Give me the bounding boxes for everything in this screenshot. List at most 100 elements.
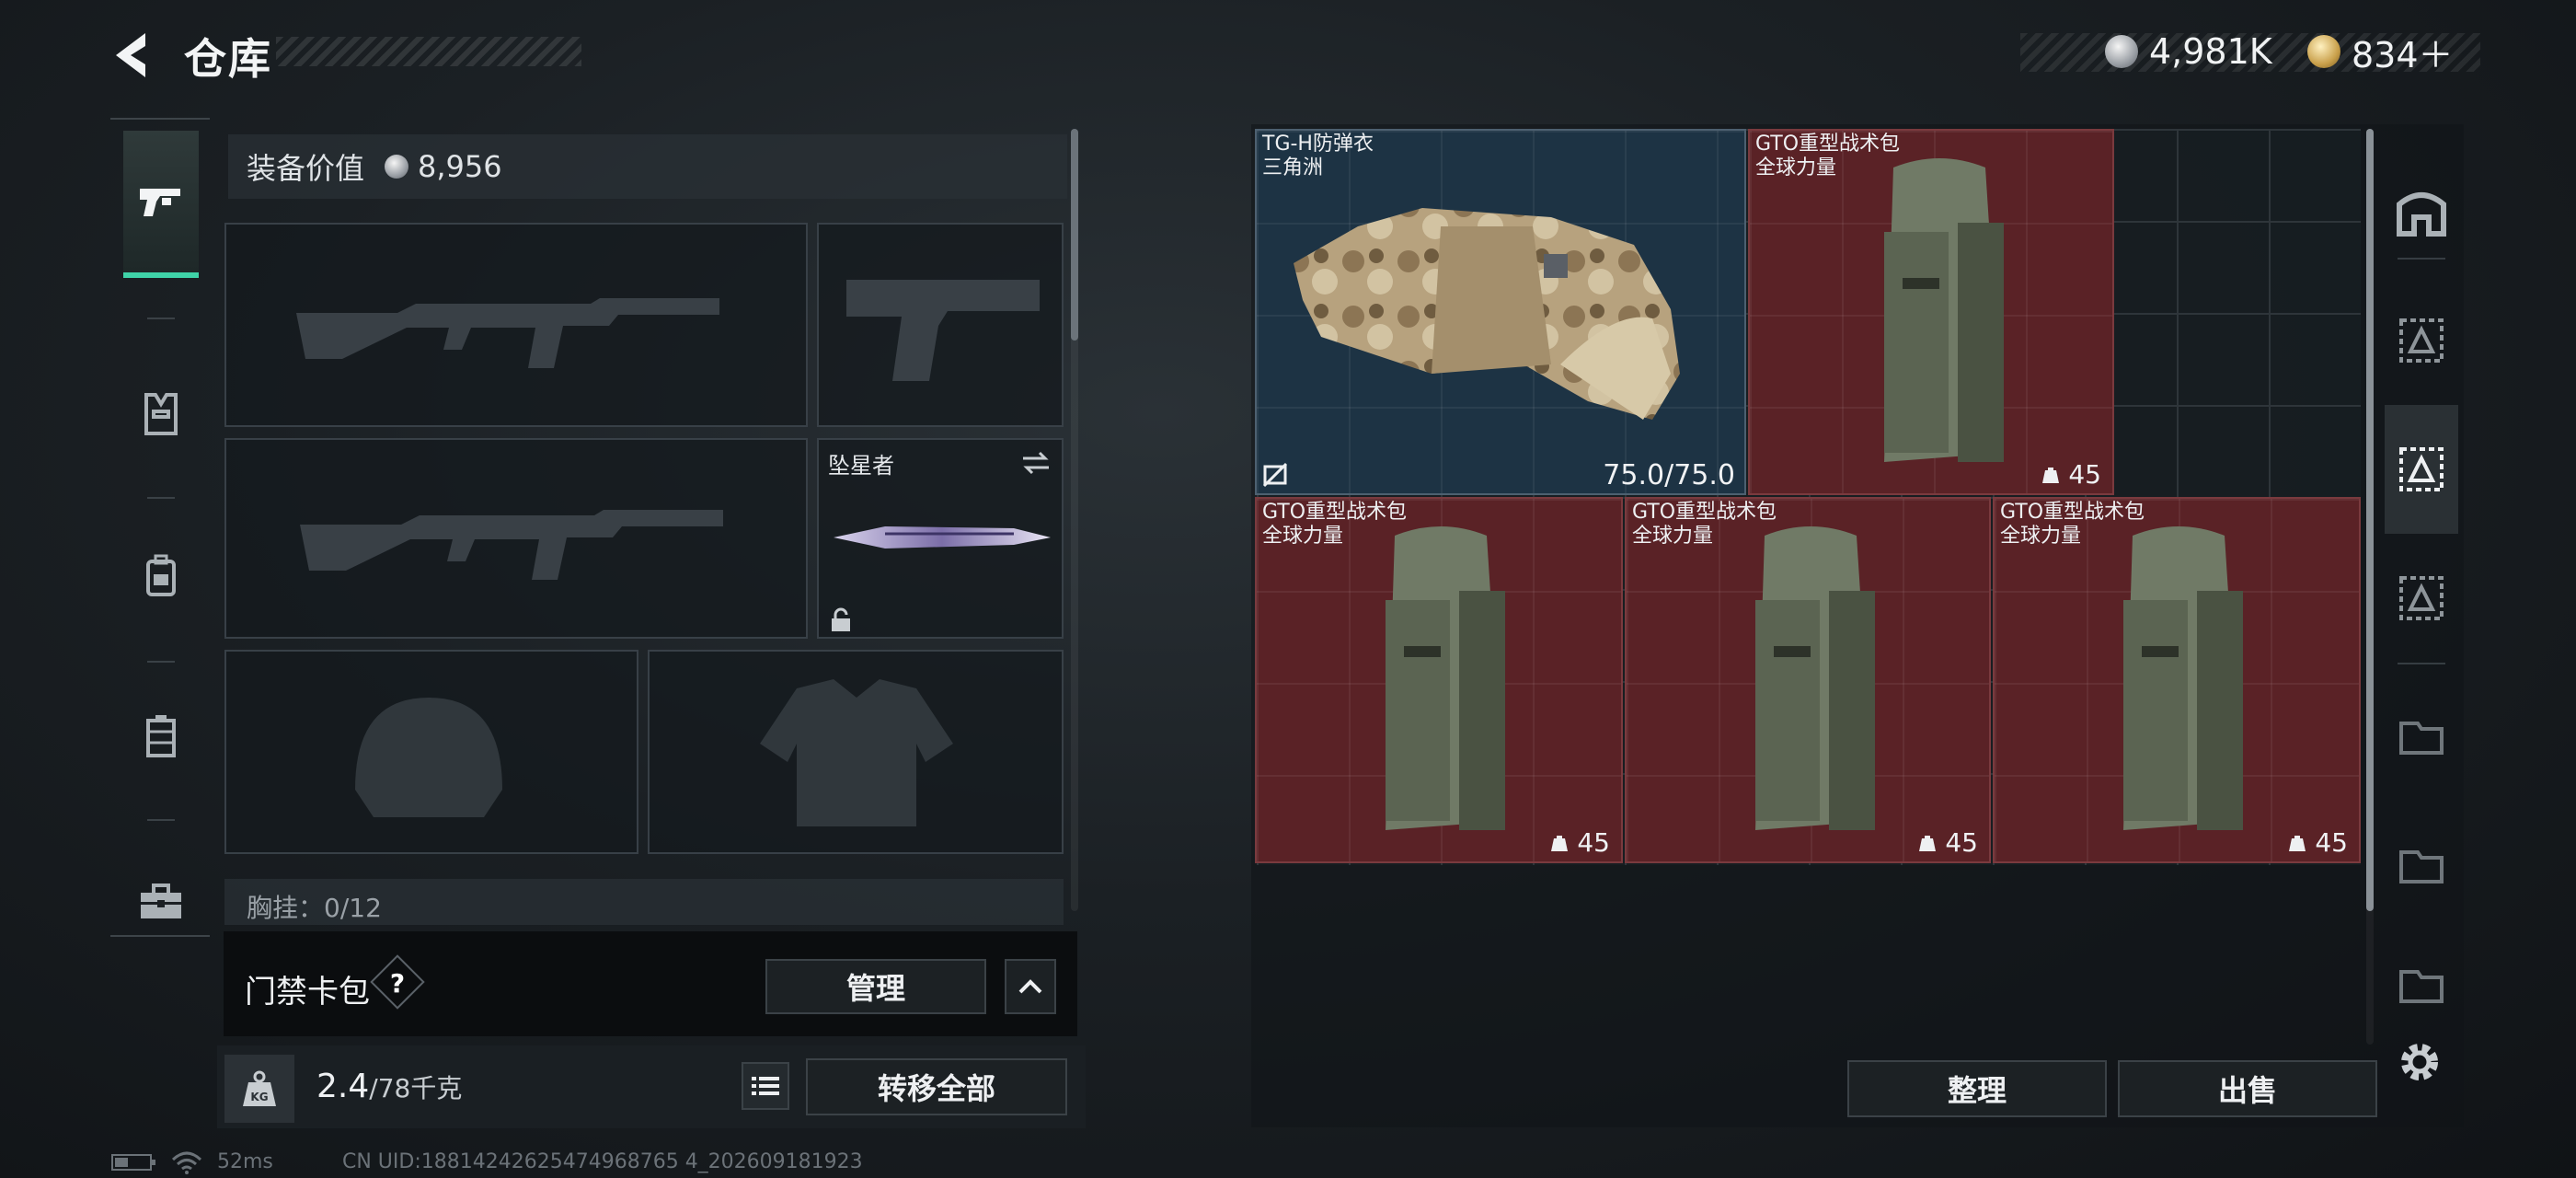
chevron-up-icon [1018,979,1042,994]
backpack-capacity-icon [2042,467,2060,483]
svg-text:KG: KG [250,1091,268,1103]
item-count-value: 45 [2315,827,2348,858]
primary-weapon-slot[interactable] [224,223,808,427]
manage-button[interactable]: 管理 [765,959,986,1014]
nav-separator [147,318,175,319]
swap-icon[interactable] [1019,449,1052,477]
helmet-slot[interactable] [224,650,638,854]
helmet-silhouette-icon [355,698,502,817]
vest-icon [144,393,178,435]
nav-backpack[interactable] [123,502,199,649]
weight-current: 2.4 [316,1068,370,1105]
stash-scrollbar[interactable] [2366,129,2374,1045]
equipment-value-label: 装备价值 [247,151,365,186]
backpack-image [1386,526,1505,830]
stash-page-2-tab[interactable] [2385,405,2458,534]
keycard-label: 门禁卡包 [245,974,370,1011]
backpack-image [1884,158,2004,462]
sell-button[interactable]: 出售 [2118,1060,2377,1117]
briefcase-icon [141,884,181,918]
pistol-silhouette-icon [846,280,1040,381]
stash-folder-2-tab[interactable] [2385,801,2458,930]
help-icon[interactable]: ? [378,964,417,1003]
silver-currency[interactable]: 4,981K [2105,29,2272,74]
item-count: 45 [2287,827,2348,858]
secondary-weapon-slot[interactable] [224,438,808,639]
stash-item-backpack[interactable]: GTO重型战术包 全球力量 45 [1748,129,2114,495]
melee-slot[interactable]: 坠星者 [817,438,1064,639]
backpack-icon [146,554,176,596]
item-source: 全球力量 [1755,156,1837,179]
stash-page-icon [2399,447,2444,491]
stash-page-1-tab[interactable] [2385,276,2458,405]
item-source: 全球力量 [1262,525,1344,548]
stash-folder-1-tab[interactable] [2385,672,2458,801]
item-count: 45 [2041,459,2101,490]
title-decoration [276,37,581,66]
back-arrow-icon[interactable] [109,28,155,83]
body-armor-slot[interactable] [648,650,1064,854]
sort-button[interactable]: 整理 [1847,1060,2107,1117]
stash-home-icon [2397,192,2446,237]
folder-icon [2399,722,2444,755]
nav-separator [147,497,175,499]
stash-item-body-armor[interactable]: TG-H防弹衣 三角洲 75.0/75.0 [1255,129,1746,495]
gold-coin-icon [2307,35,2340,68]
item-count: 45 [1549,827,1610,858]
stash-page-icon [2399,576,2444,620]
stash-item-backpack[interactable]: GTO重型战术包 全球力量 45 [1625,497,1991,863]
gear-icon[interactable] [2396,1038,2444,1086]
user-uid: CN UID:18814242625474968765 4_2026091819… [342,1150,863,1173]
transfer-all-button[interactable]: 转移全部 [806,1058,1067,1115]
pistol-slot[interactable] [817,223,1064,427]
stash-all-tab[interactable] [2385,147,2458,276]
nav-case[interactable] [123,828,199,976]
item-durability: 75.0/75.0 [1603,459,1735,491]
equipment-value-bar: 装备价值 8,956 [228,134,1067,199]
stash-page-3-tab[interactable] [2385,534,2458,663]
page-title: 仓库 [184,34,272,84]
backpack-image [1755,526,1875,830]
left-category-nav [110,118,210,937]
backpack-image [2123,526,2243,830]
stash-page-icon [2399,318,2444,363]
gold-currency[interactable]: 834＋ [2307,29,2454,75]
equipment-value: 8,956 [418,149,502,184]
weight-icon-box: KG [224,1055,294,1123]
nav-armor[interactable] [123,341,199,488]
silver-coin-icon [2105,35,2138,68]
weight-readout: 2.4/78千克 [316,1068,462,1105]
nav-separator [2398,663,2445,664]
nav-chest-rig[interactable] [123,663,199,810]
rifle-silhouette-icon [296,298,719,368]
ping-readout: 52ms [217,1150,273,1173]
item-source: 三角洲 [1262,156,1324,179]
chest-rig-row[interactable]: 胸挂：0/12 [224,879,1064,925]
item-count-value: 45 [2068,459,2101,490]
loadout-scroll-thumb[interactable] [1071,129,1078,341]
melee-name: 坠星者 [828,453,894,479]
list-view-button[interactable] [742,1062,789,1110]
folder-icon [2399,970,2444,1003]
knife-image [834,526,1051,549]
collapse-button[interactable] [1005,959,1056,1014]
item-source: 全球力量 [1632,525,1714,548]
weight-capacity: /78千克 [369,1073,463,1103]
rig-icon [146,715,176,757]
stash-scroll-thumb[interactable] [2366,129,2374,911]
loadout-scrollbar[interactable] [1071,129,1078,911]
item-count-value: 45 [1945,827,1978,858]
stash-item-backpack[interactable]: GTO重型战术包 全球力量 45 [1255,497,1623,863]
nav-separator [147,819,175,821]
item-count: 45 [1917,827,1978,858]
item-name: TG-H防弹衣 [1262,133,1374,156]
list-icon [752,1077,779,1095]
stash-item-backpack[interactable]: GTO重型战术包 全球力量 45 [1993,497,2361,863]
stash-folder-3-tab[interactable] [2385,920,2458,1049]
item-count-value: 45 [1577,827,1610,858]
pistol-icon [140,189,180,216]
silver-coin-icon [385,155,409,179]
gold-currency-value: 834＋ [2352,34,2454,75]
folder-icon [2399,850,2444,884]
nav-weapons[interactable] [123,131,199,278]
